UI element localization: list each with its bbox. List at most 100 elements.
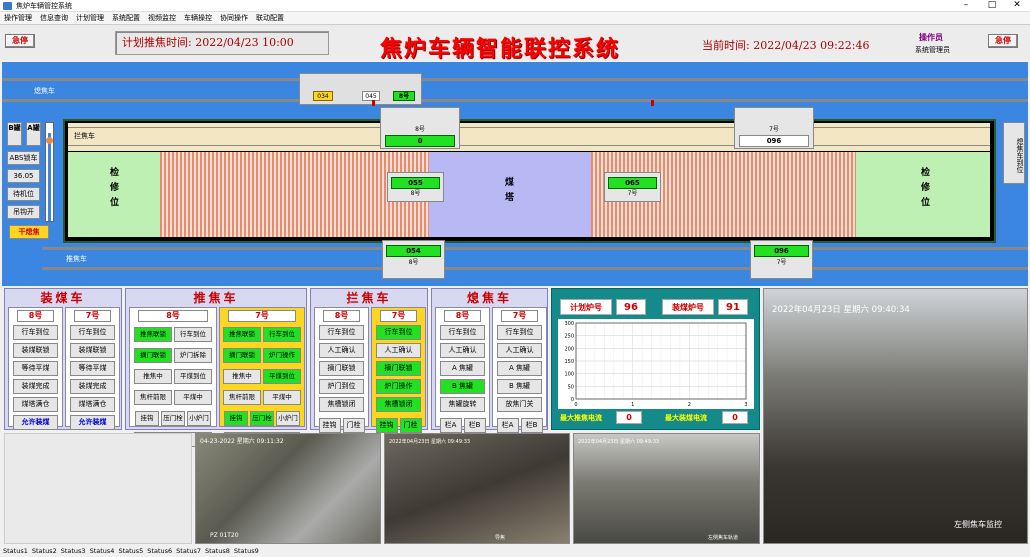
quench-status-button[interactable]: A 焦罐: [440, 361, 485, 376]
push-status-button[interactable]: 炉门操作: [263, 348, 301, 363]
allow-button[interactable]: 允许装煤: [70, 415, 115, 430]
camera-feed-2[interactable]: 2022年04月23日 星期六 09:49:33 导焦: [384, 433, 570, 544]
quench-status-button[interactable]: B 焦罐: [497, 379, 542, 394]
standby-button[interactable]: 待机位: [7, 187, 40, 201]
block-small-button[interactable]: 门栓: [342, 418, 365, 433]
quench-status-button[interactable]: A 焦罐: [497, 361, 542, 376]
quench-status-button[interactable]: 人工确认: [497, 343, 542, 358]
quench-unit-8: 8号 行车到位 人工确认 A 焦罐 B 焦罐 焦罐旋转 栏A 栏B: [435, 307, 490, 433]
push-status-button[interactable]: 摘门联锁: [134, 348, 172, 363]
block-small-button[interactable]: 门栓: [399, 418, 422, 433]
block-status-button[interactable]: 人工确认: [319, 343, 364, 358]
menu-item-5[interactable]: 车辆操控: [180, 12, 216, 25]
a-tank-button[interactable]: A罐: [26, 122, 41, 146]
quench-small-button[interactable]: 栏A: [496, 418, 519, 433]
blocker-8-value: 0: [385, 135, 455, 147]
block-small-button[interactable]: 挂钩: [318, 418, 341, 433]
menu-item-3[interactable]: 系统配置: [108, 12, 144, 25]
menu-item-1[interactable]: 信息查询: [36, 12, 72, 25]
minimize-button[interactable]: –: [955, 0, 977, 12]
block-status-button[interactable]: 焦槽锁闭: [376, 397, 421, 412]
block-status-button[interactable]: 摘门联锁: [319, 361, 364, 376]
push-status-button[interactable]: 压门栓: [161, 411, 185, 426]
push-status-button[interactable]: 平煤到位: [263, 369, 301, 384]
push-status-button[interactable]: 推焦联锁: [223, 327, 261, 342]
quench-status-button[interactable]: 行车到位: [440, 325, 485, 340]
push-status-button[interactable]: 压门栓: [250, 411, 274, 426]
push-status-button[interactable]: 焦杆前限: [134, 390, 172, 405]
block-status-button[interactable]: 摘门联锁: [376, 361, 421, 376]
coal-status-button[interactable]: 装煤完成: [13, 379, 58, 394]
block-status-button[interactable]: 行车到位: [319, 325, 364, 340]
coal-status-button[interactable]: 装煤完成: [70, 379, 115, 394]
camera-feed-4[interactable]: 2022年04月23日 星期六 09:40:34 左侧焦车监控: [763, 288, 1028, 544]
maximize-button[interactable]: □: [981, 0, 1003, 12]
blocker-card-8[interactable]: 8号 0: [380, 107, 460, 149]
close-button[interactable]: ✕: [1006, 0, 1028, 12]
block-status-button[interactable]: 炉门操作: [376, 379, 421, 394]
push-status-button[interactable]: 推焦中: [223, 369, 261, 384]
push-status-button[interactable]: 行车到位: [263, 327, 301, 342]
coal-status-button[interactable]: 装煤联锁: [13, 343, 58, 358]
quench-small-button[interactable]: 栏B: [520, 418, 543, 433]
menu-item-2[interactable]: 计划管理: [72, 12, 108, 25]
push-status-button[interactable]: 摘门联锁: [223, 348, 261, 363]
push-current-label: 最大推焦电流: [560, 414, 602, 422]
coal-status-button[interactable]: 煤塔满仓: [70, 397, 115, 412]
pusher-card-8[interactable]: 054 8号: [382, 240, 445, 279]
dry-quench-button[interactable]: 干熄焦: [9, 225, 49, 239]
push-status-button[interactable]: 平煤中: [263, 390, 301, 405]
coal-status-button[interactable]: 行车到位: [70, 325, 115, 340]
push-current-value: 0: [616, 411, 642, 424]
blocker-card-7[interactable]: 7号 096: [734, 107, 814, 149]
block-status-button[interactable]: 炉门到位: [319, 379, 364, 394]
pusher-card-7[interactable]: 096 7号: [750, 240, 813, 279]
block-status-button[interactable]: 人工确认: [376, 343, 421, 358]
push-status-button[interactable]: 挂钩: [135, 411, 159, 426]
block-status-button[interactable]: 焦槽锁闭: [319, 397, 364, 412]
quench-car-card[interactable]: 034 045 8号: [299, 73, 422, 105]
push-status-button[interactable]: 小炉门: [187, 411, 211, 426]
camera-3-timestamp: 2022年04月23日 星期六 09:49:33: [578, 439, 660, 445]
oven-card-7[interactable]: 065 7号: [604, 172, 661, 202]
block-status-button[interactable]: 行车到位: [376, 325, 421, 340]
menu-item-4[interactable]: 视频监控: [144, 12, 180, 25]
quench-status-button[interactable]: 放焦门关: [497, 397, 542, 412]
push-status-button[interactable]: 平煤到位: [174, 369, 212, 384]
push-status-button[interactable]: 推焦联锁: [134, 327, 172, 342]
block-small-button[interactable]: 挂钩: [375, 418, 398, 433]
emergency-stop-left-button[interactable]: 急停: [5, 34, 35, 48]
b-tank-button[interactable]: B罐: [7, 122, 22, 146]
blocker-7-value: 096: [739, 135, 809, 147]
quench-small-button[interactable]: 栏A: [439, 418, 462, 433]
push-status-button[interactable]: 炉门拆除: [174, 348, 212, 363]
quench-status-button[interactable]: B 焦罐: [440, 379, 485, 394]
push-status-button[interactable]: 挂钩: [224, 411, 248, 426]
push-status-button[interactable]: 小炉门: [276, 411, 300, 426]
coal-status-button[interactable]: 等待平煤: [70, 361, 115, 376]
hook-open-button[interactable]: 吊钩开: [7, 205, 40, 219]
oven-card-8[interactable]: 055 8号: [387, 172, 444, 202]
emergency-stop-right-button[interactable]: 急停: [988, 34, 1018, 48]
push-status-button[interactable]: 焦杆前限: [223, 390, 261, 405]
coal-status-button[interactable]: 煤塔满仓: [13, 397, 58, 412]
menu-item-6[interactable]: 协同操作: [216, 12, 252, 25]
quench-status-button[interactable]: 焦罐旋转: [440, 397, 485, 412]
push-status-button[interactable]: 平煤中: [174, 390, 212, 405]
quench-small-button[interactable]: 栏B: [463, 418, 486, 433]
push-status-button[interactable]: 行车到位: [174, 327, 212, 342]
coal-status-button[interactable]: 行车到位: [13, 325, 58, 340]
allow-button[interactable]: 允许装煤: [13, 415, 58, 430]
push-status-button[interactable]: 推焦中: [134, 369, 172, 384]
quench-in-position-button[interactable]: 熄焦车到位: [1003, 122, 1025, 184]
quench-status-button[interactable]: 人工确认: [440, 343, 485, 358]
coal-status-button[interactable]: 等待平煤: [13, 361, 58, 376]
quench-status-button[interactable]: 行车到位: [497, 325, 542, 340]
abs-lock-button[interactable]: ABS锁车: [7, 151, 40, 165]
x-tick-label: 0: [574, 402, 577, 408]
menu-item-0[interactable]: 操作管理: [0, 12, 36, 25]
coal-status-button[interactable]: 装煤联锁: [70, 343, 115, 358]
camera-feed-3[interactable]: 2022年04月23日 星期六 09:49:33 左侧焦车轨道: [573, 433, 760, 544]
camera-feed-1[interactable]: 04-23-2022 星期六 09:11:32 PZ 01T20: [195, 433, 381, 544]
menu-item-7[interactable]: 联动配置: [252, 12, 288, 25]
